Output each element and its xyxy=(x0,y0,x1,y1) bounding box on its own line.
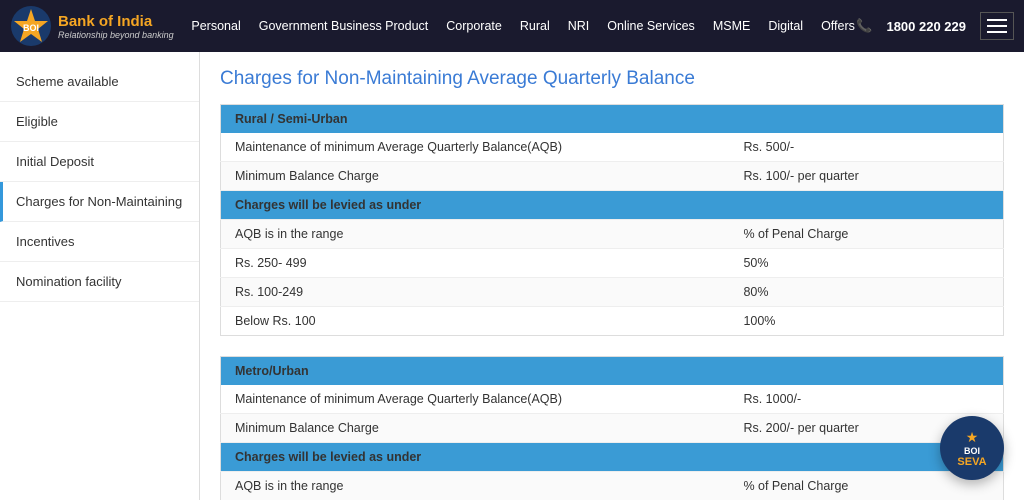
table-row: Rs. 250- 499 50% xyxy=(221,249,1004,278)
nav-rural[interactable]: Rural xyxy=(520,19,550,33)
rural-range3-label: Below Rs. 100 xyxy=(221,307,730,336)
rural-aqb-value: Rs. 500/- xyxy=(729,133,1003,162)
rural-range3-value: 100% xyxy=(729,307,1003,336)
rural-penal-label: AQB is in the range xyxy=(221,220,730,249)
sidebar-item-initial-deposit[interactable]: Initial Deposit xyxy=(0,142,199,182)
logo-text-block: Bank of India Relationship beyond bankin… xyxy=(58,13,174,40)
nav-corporate[interactable]: Corporate xyxy=(446,19,502,33)
main-nav: Personal Government Business Product Cor… xyxy=(190,19,856,33)
header-right: 📞 1800 220 229 xyxy=(856,12,1014,40)
table-row: AQB is in the range % of Penal Charge xyxy=(221,220,1004,249)
rural-range1-value: 50% xyxy=(729,249,1003,278)
tagline: Relationship beyond banking xyxy=(58,30,174,40)
metro-header: Metro/Urban xyxy=(221,357,1004,386)
rural-header: Rural / Semi-Urban xyxy=(221,105,1004,134)
nav-offers[interactable]: Offers xyxy=(821,19,855,33)
page-heading: Charges for Non-Maintaining Average Quar… xyxy=(220,68,1004,90)
phone-icon: 📞 xyxy=(856,18,872,34)
metro-minbal-label: Minimum Balance Charge xyxy=(221,414,730,443)
logo-area: BOI Bank of India Relationship beyond ba… xyxy=(10,5,190,47)
table-row: Rs. 100-249 80% xyxy=(221,278,1004,307)
table-row: Below Rs. 100 100% xyxy=(221,307,1004,336)
svg-text:BOI: BOI xyxy=(23,23,39,33)
metro-charges-subheader: Charges will be levied as under xyxy=(221,443,1004,472)
rural-table: Rural / Semi-Urban Maintenance of minimu… xyxy=(220,104,1004,336)
sidebar-item-incentives[interactable]: Incentives xyxy=(0,222,199,262)
nav-govt[interactable]: Government Business Product xyxy=(259,19,429,33)
metro-aqb-value: Rs. 1000/- xyxy=(729,385,1003,414)
rural-minbal-value: Rs. 100/- per quarter xyxy=(729,162,1003,191)
logo-star: BOI xyxy=(10,5,52,47)
nav-nri[interactable]: NRI xyxy=(568,19,590,33)
bank-name: Bank of India xyxy=(58,13,174,30)
rural-range2-value: 80% xyxy=(729,278,1003,307)
rural-range1-label: Rs. 250- 499 xyxy=(221,249,730,278)
table-row: Minimum Balance Charge Rs. 200/- per qua… xyxy=(221,414,1004,443)
header: BOI Bank of India Relationship beyond ba… xyxy=(0,0,1024,52)
table-row: Minimum Balance Charge Rs. 100/- per qua… xyxy=(221,162,1004,191)
main-content: Charges for Non-Maintaining Average Quar… xyxy=(200,52,1024,500)
rural-charges-subheader: Charges will be levied as under xyxy=(221,191,1004,220)
metro-table: Metro/Urban Maintenance of minimum Avera… xyxy=(220,356,1004,500)
rural-range2-label: Rs. 100-249 xyxy=(221,278,730,307)
nav-digital[interactable]: Digital xyxy=(768,19,803,33)
sidebar-item-charges[interactable]: Charges for Non-Maintaining xyxy=(0,182,199,222)
rural-penal-value: % of Penal Charge xyxy=(729,220,1003,249)
nav-online[interactable]: Online Services xyxy=(607,19,695,33)
rural-aqb-label: Maintenance of minimum Average Quarterly… xyxy=(221,133,730,162)
layout: Scheme available Eligible Initial Deposi… xyxy=(0,52,1024,500)
metro-aqb-label: Maintenance of minimum Average Quarterly… xyxy=(221,385,730,414)
metro-penal-label: AQB is in the range xyxy=(221,472,730,500)
table-row: AQB is in the range % of Penal Charge xyxy=(221,472,1004,500)
sidebar-item-eligible[interactable]: Eligible xyxy=(0,102,199,142)
boi-label: BOI xyxy=(964,446,980,456)
rural-minbal-label: Minimum Balance Charge xyxy=(221,162,730,191)
nav-msme[interactable]: MSME xyxy=(713,19,751,33)
sidebar: Scheme available Eligible Initial Deposi… xyxy=(0,52,200,500)
boi-star-icon: ★ xyxy=(966,429,979,446)
phone-number: 1800 220 229 xyxy=(886,19,966,34)
sidebar-item-nomination[interactable]: Nomination facility xyxy=(0,262,199,302)
sidebar-item-scheme[interactable]: Scheme available xyxy=(0,62,199,102)
table-row: Maintenance of minimum Average Quarterly… xyxy=(221,133,1004,162)
table-row: Charges will be levied as under xyxy=(221,191,1004,220)
table-row: Charges will be levied as under xyxy=(221,443,1004,472)
hamburger-menu[interactable] xyxy=(980,12,1014,40)
seva-label: SEVA xyxy=(957,456,986,468)
nav-personal[interactable]: Personal xyxy=(191,19,240,33)
boi-seva-button[interactable]: ★ BOI SEVA xyxy=(940,416,1004,480)
table-row: Maintenance of minimum Average Quarterly… xyxy=(221,385,1004,414)
